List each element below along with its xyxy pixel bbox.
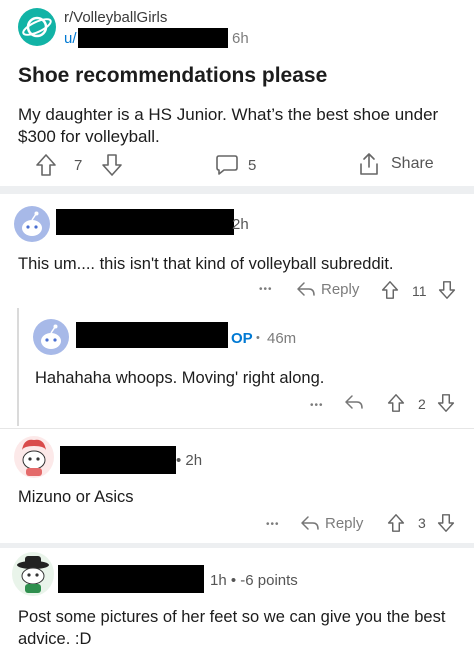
downvote-button[interactable] — [437, 513, 455, 533]
redacted-username — [76, 322, 228, 348]
subreddit-name[interactable]: r/VolleyballGirls — [64, 9, 167, 26]
snoo-avatar-icon — [41, 324, 61, 349]
op-badge: OP — [231, 330, 253, 347]
reply-button[interactable] — [344, 393, 364, 411]
comment-age: 46m — [267, 330, 297, 347]
meta-dot: • — [256, 332, 260, 344]
post-age: 6h — [232, 30, 249, 47]
reply-button[interactable]: Reply — [296, 280, 359, 298]
comment-divider — [0, 428, 474, 429]
post-comment-count: 5 — [248, 157, 257, 174]
reply-arrow-icon — [297, 282, 315, 296]
post-body: My daughter is a HS Junior. What’s the b… — [18, 105, 439, 146]
downvote-arrow-icon — [102, 154, 122, 176]
share-icon — [360, 153, 378, 175]
more-options-button[interactable]: ••• — [259, 284, 273, 295]
reply-arrow-icon — [301, 516, 319, 530]
post-comments-button[interactable] — [215, 153, 239, 177]
comment-meta: 1h • -6 points — [210, 572, 298, 589]
comment-bubble-icon — [216, 155, 238, 175]
comment-separator — [0, 543, 474, 548]
reply-label: Reply — [321, 280, 360, 298]
subreddit-avatar[interactable] — [18, 8, 56, 46]
downvote-button[interactable] — [437, 393, 455, 413]
comment-avatar[interactable] — [14, 206, 50, 242]
reply-arrow-icon — [345, 395, 363, 409]
post-title[interactable]: Shoe recommendations please — [18, 64, 327, 88]
downvote-arrow-icon — [437, 394, 455, 412]
upvote-arrow-icon — [36, 154, 56, 176]
share-button[interactable]: Share — [357, 152, 434, 176]
comment-age: 2h — [232, 216, 249, 233]
downvote-arrow-icon — [438, 281, 456, 299]
thread-line — [17, 308, 19, 426]
post-separator — [0, 186, 474, 194]
snoo-avatar-icon — [22, 211, 42, 236]
upvote-button[interactable] — [387, 513, 405, 533]
comment-text: This um.... this isn't that kind of voll… — [18, 255, 394, 273]
comment-avatar[interactable] — [14, 436, 54, 478]
comment-text: Hahahaha whoops. Moving' right along. — [35, 369, 325, 387]
downvote-arrow-icon — [437, 514, 455, 532]
reply-label: Reply — [325, 514, 364, 532]
upvote-button[interactable] — [381, 280, 399, 300]
upvote-button[interactable] — [387, 393, 405, 413]
redacted-username — [78, 28, 228, 48]
vote-count: 3 — [418, 515, 426, 531]
comment-avatar[interactable] — [33, 319, 69, 355]
redacted-username — [56, 209, 234, 235]
share-label: Share — [391, 155, 434, 172]
post-downvote-button[interactable] — [101, 153, 123, 177]
upvote-arrow-icon — [381, 281, 399, 299]
comment-age: • 2h — [176, 452, 203, 469]
planet-icon — [22, 16, 52, 38]
vote-count: 2 — [418, 396, 426, 412]
post-vote-count: 7 — [74, 157, 83, 174]
post-author-prefix[interactable]: u/ — [64, 30, 77, 47]
reply-button[interactable]: Reply — [300, 514, 363, 532]
vote-count: 11 — [412, 283, 427, 299]
upvote-arrow-icon — [387, 394, 405, 412]
custom-snoo-avatar-icon — [22, 439, 46, 476]
redacted-username — [58, 565, 204, 593]
post-upvote-button[interactable] — [35, 153, 57, 177]
redacted-username — [60, 446, 176, 474]
more-options-button[interactable]: ••• — [310, 400, 324, 411]
more-options-button[interactable]: ••• — [266, 519, 280, 530]
comment-text: Post some pictures of her feet so we can… — [18, 608, 446, 648]
comment-avatar[interactable] — [12, 552, 54, 596]
upvote-arrow-icon — [387, 514, 405, 532]
custom-snoo-avatar-icon — [17, 556, 49, 593]
downvote-button[interactable] — [438, 280, 456, 300]
comment-text: Mizuno or Asics — [18, 488, 134, 506]
